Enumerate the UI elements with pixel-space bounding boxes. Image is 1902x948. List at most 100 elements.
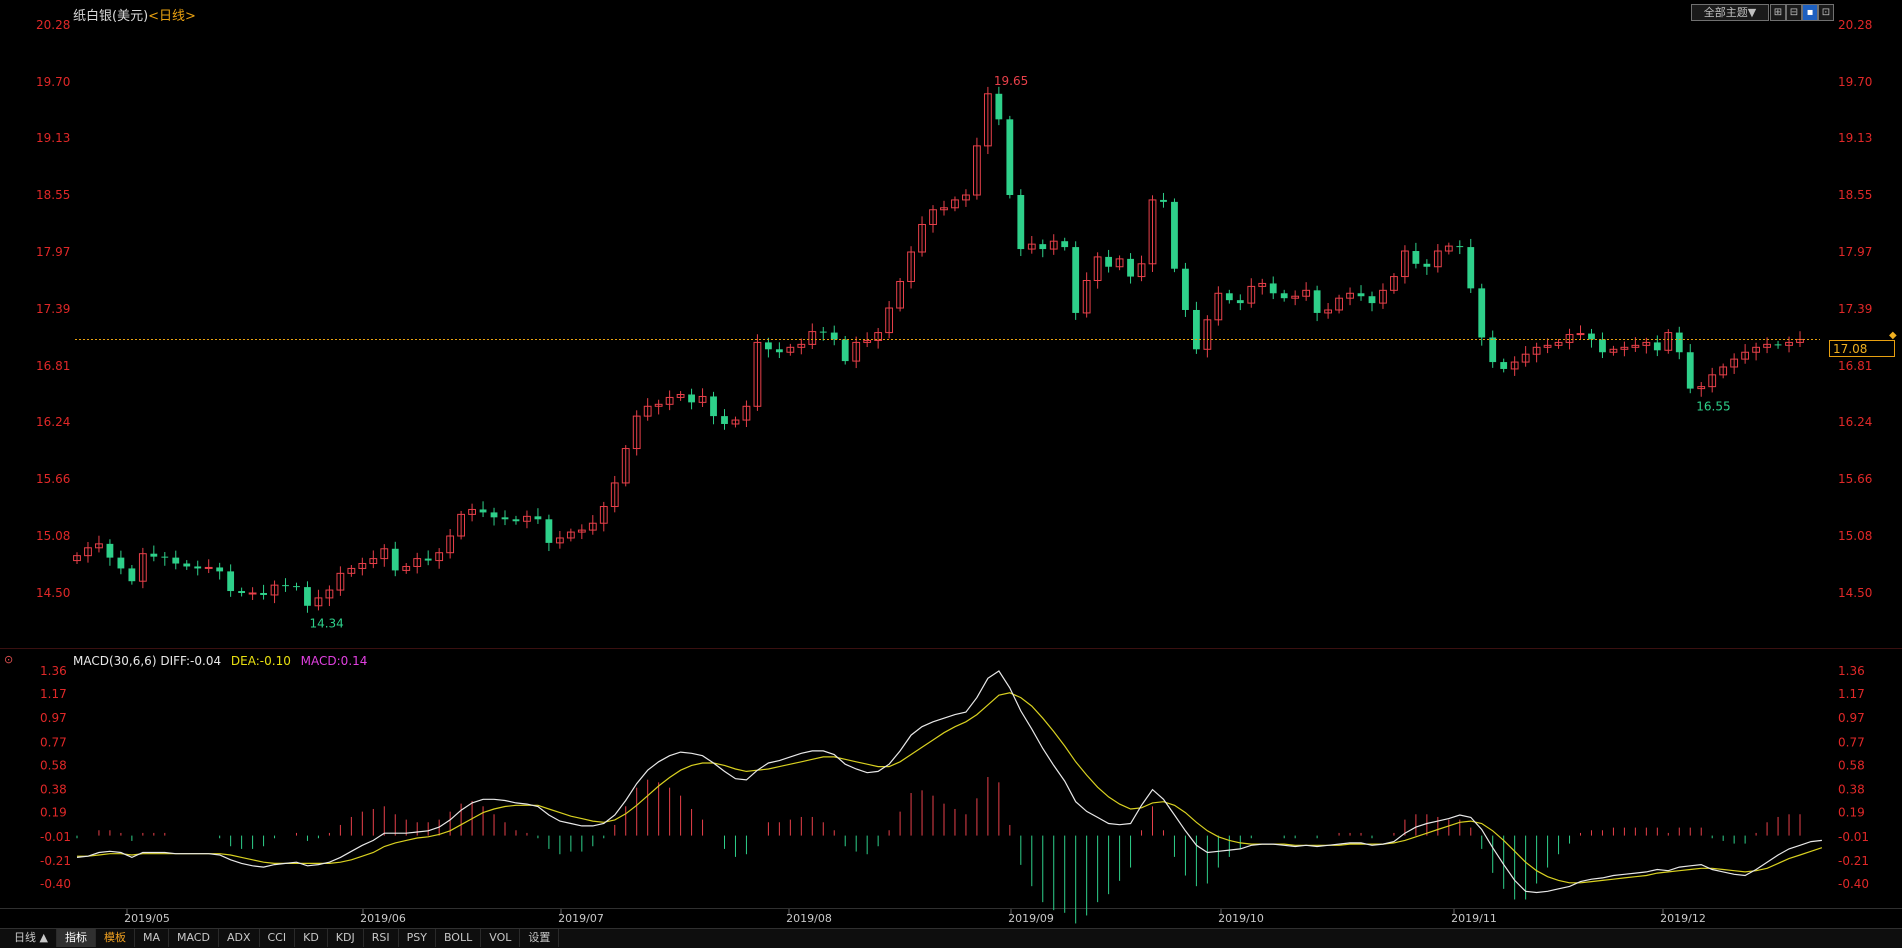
price-axis-right-label: 17.39 <box>1838 302 1872 316</box>
price-axis-left-label: 14.50 <box>36 586 70 600</box>
price-axis-left-label: 15.66 <box>36 472 70 486</box>
candle-body-down <box>1653 342 1661 351</box>
price-axis-right-label: 16.24 <box>1838 415 1872 429</box>
candle-body-down <box>1686 352 1694 389</box>
candle-body-down <box>106 543 114 558</box>
candle-body-down <box>1006 119 1014 196</box>
tab-boll[interactable]: BOLL <box>436 929 482 947</box>
candle-body-down <box>512 519 520 522</box>
tab-template[interactable]: 模板 <box>96 929 135 947</box>
low-price-label-2: 16.55 <box>1696 399 1730 413</box>
indicator-tabs: 日线 ▲ 指标 模板 MA MACD ADX CCI KD KDJ RSI PS… <box>0 929 560 947</box>
candle-body-down <box>1171 201 1178 269</box>
indicator-settings-icon[interactable]: ⊙ <box>4 654 16 666</box>
tab-settings[interactable]: 设置 <box>520 929 560 947</box>
date-axis-label: 2019/09 <box>1008 912 1054 925</box>
macd-legend: MACD(30,6,6) DIFF:-0.04 DEA:-0.10 MACD:0… <box>73 654 367 668</box>
candle-body-down <box>1368 296 1376 304</box>
candle-body-down <box>238 591 246 593</box>
period-label[interactable]: <日线> <box>148 9 196 24</box>
price-axis-left-label: 20.28 <box>36 18 70 32</box>
price-axis-right-label: 19.13 <box>1838 131 1872 145</box>
candle-body-down <box>764 342 772 350</box>
price-axis-left-label: 17.39 <box>36 302 70 316</box>
macd-axis-left-label: 1.36 <box>40 664 67 678</box>
candle-body-down <box>1105 256 1113 267</box>
candle-body-down <box>1017 195 1025 250</box>
layout-grid-icon[interactable]: ⊞ <box>1770 4 1786 21</box>
low-price-label: 14.34 <box>309 617 343 631</box>
tab-kd[interactable]: KD <box>295 929 328 947</box>
candle-body-down <box>1412 251 1420 264</box>
candle-body-down <box>1072 247 1080 313</box>
instrument-name: 纸白银(美元) <box>73 9 149 24</box>
tab-adx[interactable]: ADX <box>219 929 260 947</box>
candle-body-down <box>1061 241 1069 248</box>
price-axis-left-label: 18.55 <box>36 188 70 202</box>
macd-axis-left-label: 0.58 <box>40 758 67 772</box>
candle-body-down <box>1160 199 1167 202</box>
date-axis-label: 2019/10 <box>1218 912 1264 925</box>
price-axis-left-label: 19.70 <box>36 75 70 89</box>
candle-body-down <box>194 566 202 569</box>
candle-body-down <box>216 567 224 572</box>
candle-body-down <box>721 416 728 424</box>
macd-axis-right-label: 0.77 <box>1838 735 1865 749</box>
high-price-label: 19.65 <box>994 74 1028 88</box>
chart-canvas[interactable]: 20.28 20.28 19.70 19.70 19.13 19.13 18.55 18.55… <box>0 0 1902 947</box>
price-axis-right-label: 14.50 <box>1838 586 1872 600</box>
tab-rsi[interactable]: RSI <box>364 929 399 947</box>
layout-active-icon[interactable]: ▪ <box>1802 4 1818 21</box>
candle-body-down <box>1039 244 1047 250</box>
candle-body-down <box>479 509 487 513</box>
tab-ma[interactable]: MA <box>135 929 169 947</box>
candle-body-down <box>1478 288 1486 338</box>
period-button[interactable]: 日线 ▲ <box>0 929 57 947</box>
price-axis-right-label: 19.70 <box>1838 75 1872 89</box>
candle-body-down <box>545 519 553 543</box>
candle-body-up <box>1576 333 1585 336</box>
macd-axis-left-label: 0.97 <box>40 711 67 725</box>
candle-body-down <box>1280 293 1288 299</box>
candle-body-down <box>1357 293 1365 297</box>
macd-axis-left-label: -0.40 <box>40 877 71 891</box>
tab-indicator[interactable]: 指标 <box>56 929 96 947</box>
candle-body-down <box>1599 339 1606 353</box>
candle-body-down <box>227 571 235 592</box>
candle-body-down <box>293 586 300 588</box>
macd-axis-right-label: -0.40 <box>1838 877 1869 891</box>
candle-body-down <box>424 558 432 561</box>
tab-psy[interactable]: PSY <box>399 929 436 947</box>
candle-body-down <box>1423 263 1431 267</box>
candle-body-down <box>830 332 838 340</box>
macd-dea-value: DEA:-0.10 <box>230 654 291 668</box>
layout-split-icon[interactable]: ⊟ <box>1786 4 1802 21</box>
macd-axis-left-label: 0.77 <box>40 735 67 749</box>
tab-kdj[interactable]: KDJ <box>328 929 364 947</box>
theme-dropdown[interactable]: 全部主题▼ <box>1691 4 1769 21</box>
price-axis-right-label: 20.28 <box>1838 18 1872 32</box>
layout-window-icon[interactable]: ⊡ <box>1818 4 1834 21</box>
price-axis-left-label: 15.08 <box>36 529 70 543</box>
candle-body-down <box>710 396 717 417</box>
date-axis-label: 2019/06 <box>360 912 406 925</box>
price-axis-left-label: 17.97 <box>36 245 70 259</box>
candle-body-down <box>1500 362 1508 369</box>
candle-body-down <box>688 394 695 403</box>
macd-axis-right-label: -0.01 <box>1838 830 1869 844</box>
macd-axis-left-label: 1.17 <box>40 687 67 701</box>
macd-axis-left-label: -0.01 <box>40 830 71 844</box>
tab-vol[interactable]: VOL <box>481 929 521 947</box>
date-axis-label: 2019/05 <box>124 912 170 925</box>
candle-body-down <box>995 93 1003 120</box>
candle-body-down <box>1313 290 1321 313</box>
macd-params: MACD(30,6,6) <box>73 654 157 668</box>
candle-body-up <box>204 566 213 569</box>
instrument-title: 纸白银(美元)<日线> <box>73 5 196 24</box>
candle-body-down <box>282 585 289 587</box>
candle-body-down <box>150 553 158 557</box>
tab-macd[interactable]: MACD <box>169 929 219 947</box>
background <box>0 0 1902 947</box>
tab-cci[interactable]: CCI <box>260 929 296 947</box>
candle-body-down <box>117 557 125 569</box>
